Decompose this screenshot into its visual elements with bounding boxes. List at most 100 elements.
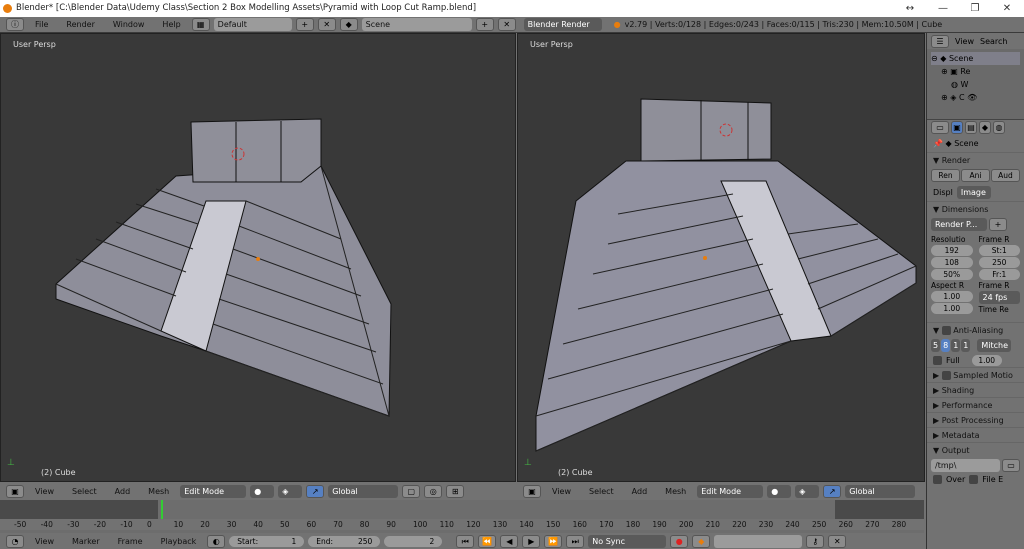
manipulator-icon[interactable]: ↗: [306, 484, 325, 498]
resolution-y-field[interactable]: 108: [931, 257, 973, 268]
dimensions-panel-header[interactable]: ▼ Dimensions: [927, 201, 1024, 216]
layout-icon[interactable]: ▦: [191, 18, 210, 31]
shading-icon[interactable]: ●: [250, 484, 275, 498]
sync-selector[interactable]: No Sync: [588, 534, 667, 548]
aa-samples-11[interactable]: 1: [951, 339, 961, 352]
outliner-menu-view[interactable]: View: [955, 37, 974, 46]
scene-icon[interactable]: ◆: [339, 18, 358, 31]
menu-mesh[interactable]: Mesh: [658, 487, 693, 496]
filter-size-field[interactable]: 1.00: [971, 355, 1002, 366]
remove-layout-icon[interactable]: ✕: [317, 18, 336, 31]
frame-end-field[interactable]: 250: [978, 257, 1020, 268]
pivot-icon[interactable]: ◈: [278, 484, 303, 498]
aa-samples-5[interactable]: 5: [931, 339, 941, 352]
frame-start-field[interactable]: St:1: [978, 245, 1020, 256]
render-animation-button[interactable]: Ani: [961, 169, 990, 182]
fps-selector[interactable]: 24 fps: [978, 291, 1020, 304]
menu-view[interactable]: View: [28, 487, 61, 496]
resize-icon[interactable]: ↔: [895, 0, 925, 17]
pyramid-mesh-right[interactable]: [518, 34, 926, 483]
render-audio-button[interactable]: Aud: [991, 169, 1020, 182]
display-selector[interactable]: Image: [956, 186, 991, 199]
menu-frame[interactable]: Frame: [111, 537, 150, 546]
menu-add[interactable]: Add: [108, 487, 138, 496]
menu-view[interactable]: View: [28, 537, 61, 546]
menu-add[interactable]: Add: [625, 487, 655, 496]
menu-window[interactable]: Window: [106, 20, 152, 29]
menu-render[interactable]: Render: [59, 20, 101, 29]
pyramid-mesh-left[interactable]: [1, 34, 517, 483]
world-tab-icon[interactable]: ◍: [993, 121, 1005, 134]
end-frame-field[interactable]: End: 250: [308, 535, 381, 547]
menu-file[interactable]: File: [28, 20, 55, 29]
resolution-percent-field[interactable]: 50%: [931, 269, 973, 280]
aspect-y-field[interactable]: 1.00: [931, 303, 973, 314]
outliner-icon[interactable]: ☰: [931, 34, 949, 48]
jump-end-icon[interactable]: ⏭: [566, 534, 585, 548]
add-layout-icon[interactable]: +: [295, 18, 314, 31]
delete-key-icon[interactable]: ✕: [828, 534, 847, 548]
close-button[interactable]: ✕: [992, 0, 1022, 17]
orientation-selector[interactable]: Global: [845, 484, 916, 498]
select-mode-icon[interactable]: ▢: [402, 484, 421, 498]
play-reverse-icon[interactable]: ◀: [500, 534, 519, 548]
snap-icon[interactable]: ⊞: [446, 484, 465, 498]
pivot-icon[interactable]: ◈: [795, 484, 820, 498]
render-engine-selector[interactable]: Blender Render: [523, 18, 602, 31]
frame-step-field[interactable]: Fr:1: [978, 269, 1020, 280]
record-icon[interactable]: ●: [670, 534, 689, 548]
menu-select[interactable]: Select: [65, 487, 104, 496]
frame-ruler[interactable]: -50 -40 -30 -20 -10 0 10 20 30 40 50 60 70 80 90 100 110…: [0, 519, 924, 530]
scene-selector[interactable]: Scene: [361, 18, 472, 31]
outliner-item-scene[interactable]: ⊖ ◆ Scene: [931, 52, 1020, 65]
motion-blur-checkbox[interactable]: [941, 371, 951, 380]
post-processing-panel-header[interactable]: ▶ Post Processing: [927, 412, 1024, 427]
add-preset-icon[interactable]: +: [989, 218, 1007, 231]
menu-playback[interactable]: Playback: [154, 537, 204, 546]
aspect-x-field[interactable]: 1.00: [931, 291, 973, 302]
editor-type-icon[interactable]: ◔: [6, 534, 24, 548]
aa-samples-16[interactable]: 1: [961, 339, 971, 352]
menu-view[interactable]: View: [545, 487, 578, 496]
outliner-item[interactable]: ◍ W: [931, 78, 1020, 91]
menu-marker[interactable]: Marker: [65, 537, 107, 546]
play-icon[interactable]: ▶: [522, 534, 541, 548]
editor-type-icon[interactable]: ▣: [523, 484, 541, 498]
aa-checkbox[interactable]: [941, 326, 951, 335]
jump-start-icon[interactable]: ⏮: [456, 534, 475, 548]
anti-aliasing-panel-header[interactable]: ▼ Anti-Aliasing: [927, 322, 1024, 337]
manipulator-icon[interactable]: ↗: [823, 484, 842, 498]
shading-icon[interactable]: ●: [767, 484, 792, 498]
remove-scene-icon[interactable]: ✕: [497, 18, 516, 31]
layers-tab-icon[interactable]: ▤: [965, 121, 977, 134]
keying-icon[interactable]: ◆: [692, 534, 711, 548]
sampled-motion-panel-header[interactable]: ▶ Sampled Motio: [927, 367, 1024, 382]
menu-mesh[interactable]: Mesh: [141, 487, 176, 496]
insert-key-icon[interactable]: ⚷: [806, 534, 825, 548]
metadata-panel-header[interactable]: ▶ Metadata: [927, 427, 1024, 442]
render-tab-icon[interactable]: ▣: [951, 121, 963, 134]
orientation-selector[interactable]: Global: [328, 484, 399, 498]
render-image-button[interactable]: Ren: [931, 169, 960, 182]
render-panel-header[interactable]: ▼ Render: [927, 152, 1024, 167]
resolution-x-field[interactable]: 192: [931, 245, 973, 256]
keying-set-field[interactable]: [714, 534, 803, 548]
start-frame-field[interactable]: Start: 1: [229, 535, 305, 547]
maximize-button[interactable]: ❐: [960, 0, 990, 17]
mode-selector[interactable]: Edit Mode: [697, 484, 764, 498]
outliner-item[interactable]: ⊕ ▣ Re: [931, 65, 1020, 78]
output-panel-header[interactable]: ▼ Output: [927, 442, 1024, 457]
performance-panel-header[interactable]: ▶ Performance: [927, 397, 1024, 412]
viewport-left[interactable]: User Persp ⊥ (2) Cube: [0, 33, 516, 482]
outliner-item[interactable]: ⊕ ◈ C 👁: [931, 91, 1020, 104]
layout-selector[interactable]: Default: [213, 18, 292, 31]
next-keyframe-icon[interactable]: ⏩: [544, 534, 563, 548]
outliner-menu-search[interactable]: Search: [980, 37, 1007, 46]
prev-keyframe-icon[interactable]: ⏪: [478, 534, 497, 548]
file-ext-checkbox[interactable]: [969, 475, 979, 484]
folder-icon[interactable]: ▭: [1002, 459, 1020, 472]
current-frame-field[interactable]: 2: [384, 535, 443, 547]
full-checkbox[interactable]: [933, 356, 942, 365]
aa-samples-8[interactable]: 8: [941, 339, 951, 352]
editor-type-icon[interactable]: ▣: [6, 484, 24, 498]
